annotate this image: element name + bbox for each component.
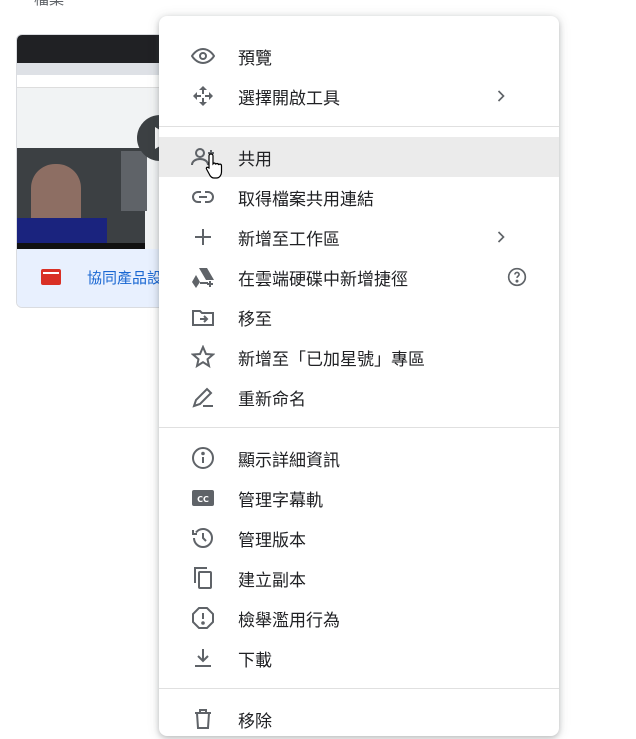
menu-item-open-with[interactable]: 選擇開啟工具 — [159, 76, 559, 116]
link-icon — [189, 183, 217, 211]
menu-item-label: 檢舉濫用行為 — [238, 610, 340, 630]
menu-divider — [159, 688, 559, 689]
captions-icon: CC — [189, 484, 217, 512]
pencil-icon — [189, 383, 217, 411]
hand-cursor-icon — [205, 153, 223, 179]
menu-group-3: 顯示詳細資訊 CC 管理字幕軌 管理版本 建立副本 檢舉濫用行為 下載 — [159, 438, 559, 678]
help-icon[interactable] — [507, 267, 527, 287]
menu-item-preview[interactable]: 預覽 — [159, 36, 559, 76]
plus-icon — [189, 223, 217, 251]
menu-item-label: 取得檔案共用連結 — [238, 189, 374, 209]
menu-item-label: 共用 — [238, 149, 272, 169]
menu-item-remove[interactable]: 移除 — [159, 699, 559, 739]
move-folder-icon — [189, 303, 217, 331]
menu-item-label: 重新命名 — [238, 389, 306, 409]
menu-item-label: 新增至工作區 — [238, 229, 340, 249]
trash-icon — [189, 705, 217, 733]
menu-item-versions[interactable]: 管理版本 — [159, 518, 559, 558]
video-file-icon — [41, 269, 61, 285]
menu-divider — [159, 126, 559, 127]
menu-item-move[interactable]: 移至 — [159, 297, 559, 337]
menu-item-add-shortcut[interactable]: 在雲端硬碟中新增捷徑 — [159, 257, 559, 297]
file-name: 協同產品設 — [87, 270, 163, 287]
menu-item-label: 預覽 — [238, 48, 272, 68]
menu-item-add-starred[interactable]: 新增至「已加星號」專區 — [159, 337, 559, 377]
chevron-right-icon — [491, 227, 511, 247]
menu-item-label: 新增至「已加星號」專區 — [238, 349, 425, 369]
svg-text:CC: CC — [197, 495, 209, 504]
menu-divider — [159, 427, 559, 428]
page-header-fragment: 檔案 — [34, 0, 64, 9]
menu-group-4: 移除 — [159, 699, 559, 739]
download-icon — [189, 644, 217, 672]
menu-item-report-abuse[interactable]: 檢舉濫用行為 — [159, 598, 559, 638]
menu-item-rename[interactable]: 重新命名 — [159, 377, 559, 417]
menu-group-1: 預覽 選擇開啟工具 — [159, 16, 559, 116]
menu-item-get-link[interactable]: 取得檔案共用連結 — [159, 177, 559, 217]
chevron-right-icon — [491, 86, 511, 106]
menu-item-label: 下載 — [238, 650, 272, 670]
info-icon — [189, 444, 217, 472]
menu-item-label: 在雲端硬碟中新增捷徑 — [238, 269, 408, 289]
copy-icon — [189, 564, 217, 592]
star-icon — [189, 343, 217, 371]
menu-item-add-to-workspace[interactable]: 新增至工作區 — [159, 217, 559, 257]
menu-item-label: 建立副本 — [238, 570, 306, 590]
menu-item-details[interactable]: 顯示詳細資訊 — [159, 438, 559, 478]
menu-item-label: 管理版本 — [238, 530, 306, 550]
menu-item-captions[interactable]: CC 管理字幕軌 — [159, 478, 559, 518]
menu-item-download[interactable]: 下載 — [159, 638, 559, 678]
eye-icon — [189, 42, 217, 70]
report-icon — [189, 604, 217, 632]
menu-item-label: 移至 — [238, 309, 272, 329]
menu-item-label: 管理字幕軌 — [238, 490, 323, 510]
context-menu: 預覽 選擇開啟工具 共用 取得檔案共用連結 新增至工作區 在雲端硬碟中新增捷徑 … — [159, 16, 559, 736]
move-arrows-icon — [189, 82, 217, 110]
menu-item-label: 顯示詳細資訊 — [238, 450, 340, 470]
menu-item-label: 移除 — [238, 711, 272, 731]
history-icon — [189, 524, 217, 552]
menu-item-copy[interactable]: 建立副本 — [159, 558, 559, 598]
drive-shortcut-icon — [189, 263, 217, 291]
menu-item-label: 選擇開啟工具 — [238, 88, 340, 108]
